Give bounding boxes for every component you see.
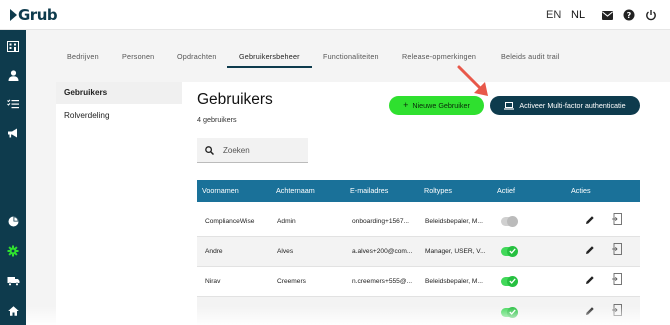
search-box[interactable]: [197, 138, 308, 163]
person-icon[interactable]: [5, 67, 21, 83]
logout-document-icon[interactable]: [611, 243, 623, 255]
edit-pencil-icon[interactable]: [584, 244, 596, 256]
checklist-icon[interactable]: [5, 96, 21, 112]
column-actief[interactable]: Actief: [497, 180, 515, 202]
page-title: Gebruikers: [197, 91, 273, 108]
laptop-icon: [504, 101, 515, 110]
cell-last-name: Admin: [277, 218, 296, 225]
table-row[interactable]: Nirav Creemers n.creemers+555@... Beleid…: [197, 267, 640, 297]
active-tab-underline: [227, 66, 312, 68]
active-toggle[interactable]: [501, 245, 518, 257]
cell-roles: Manager, USER, V...: [425, 248, 486, 255]
edit-pencil-icon[interactable]: [584, 214, 596, 226]
logo-text: Grub: [18, 6, 58, 24]
column-roltypes[interactable]: Roltypes: [424, 180, 452, 202]
cell-first-name: ComplianceWise: [205, 218, 255, 225]
annotation-arrow-icon: [457, 65, 488, 96]
cell-email: a.alves+200@com...: [352, 248, 413, 255]
tab-beleids-audit-trail[interactable]: Beleids audit trail: [501, 52, 560, 61]
power-icon[interactable]: [644, 8, 658, 22]
cell-roles: Beleidsbepaler, M...: [425, 218, 483, 225]
grub-logo[interactable]: Grub: [10, 6, 58, 24]
settings-gear-icon[interactable]: [5, 243, 21, 259]
tab-opdrachten[interactable]: Opdrachten: [177, 52, 217, 61]
column-voornamen[interactable]: Voornamen: [202, 180, 239, 202]
bottom-fade: [26, 306, 670, 325]
activate-mfa-button[interactable]: Activeer Multi-factor authenticatie: [490, 96, 640, 115]
cell-first-name: Andre: [205, 248, 223, 255]
cell-last-name: Alves: [277, 248, 294, 255]
tab-release-opmerkingen[interactable]: Release-opmerkingen: [402, 52, 476, 61]
user-count: 4 gebruikers: [197, 115, 237, 124]
table-header: Voornamen Achternaam E-mailadres Roltype…: [197, 180, 640, 202]
logo-mark-icon: [10, 9, 17, 21]
language-nl[interactable]: NL: [571, 9, 585, 21]
sub-navigation: Gebruikers Rolverdeling: [56, 82, 182, 325]
megaphone-icon[interactable]: [5, 125, 21, 141]
building-icon[interactable]: [5, 38, 21, 54]
cell-email: n.creemers+555@...: [352, 278, 413, 285]
subnav-gebruikers[interactable]: Gebruikers: [56, 82, 182, 104]
edit-pencil-icon[interactable]: [584, 274, 596, 286]
subnav-rolverdeling[interactable]: Rolverdeling: [56, 105, 182, 127]
column-emailadres[interactable]: E-mailadres: [350, 180, 388, 202]
truck-icon[interactable]: [5, 273, 21, 289]
active-toggle[interactable]: [501, 275, 518, 287]
table-row[interactable]: ComplianceWise Admin onboarding+1567... …: [197, 207, 640, 237]
language-en[interactable]: EN: [546, 9, 561, 21]
pie-chart-icon[interactable]: [5, 213, 21, 229]
tab-personen[interactable]: Personen: [122, 52, 154, 61]
column-acties: Acties: [571, 186, 591, 195]
activate-mfa-label: Activeer Multi-factor authenticatie: [519, 101, 626, 110]
home-icon[interactable]: [5, 303, 21, 319]
tab-functionaliteiten[interactable]: Functionaliteiten: [323, 52, 379, 61]
svg-text:?: ?: [627, 11, 632, 20]
cell-email: onboarding+1567...: [352, 218, 410, 225]
search-input[interactable]: [223, 145, 298, 155]
column-achternaam[interactable]: Achternaam: [276, 180, 315, 202]
mail-icon[interactable]: [600, 8, 614, 22]
logout-document-icon[interactable]: [611, 273, 623, 285]
tab-gebruikersbeheer[interactable]: Gebruikersbeheer: [239, 52, 300, 61]
cell-last-name: Creemers: [277, 278, 306, 285]
cell-first-name: Nirav: [205, 278, 221, 285]
table-row[interactable]: Andre Alves a.alves+200@com... Manager, …: [197, 237, 640, 267]
plus-icon: +: [403, 100, 409, 110]
tab-bedrijven[interactable]: Bedrijven: [67, 52, 99, 61]
cell-roles: Beleidsbepaler, M...: [425, 278, 483, 285]
search-icon: [205, 145, 214, 155]
help-icon[interactable]: ?: [622, 8, 636, 22]
active-toggle[interactable]: [501, 215, 518, 227]
top-bar: Grub EN NL ?: [0, 0, 670, 30]
sidebar: [0, 30, 26, 325]
tab-bar: Bedrijven Personen Opdrachten Gebruikers…: [26, 30, 670, 68]
logout-document-icon[interactable]: [611, 213, 623, 225]
